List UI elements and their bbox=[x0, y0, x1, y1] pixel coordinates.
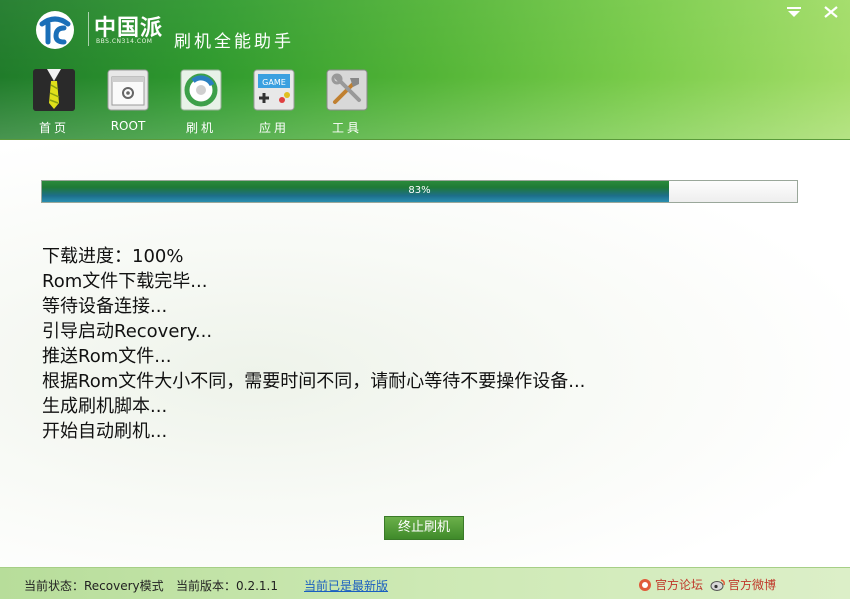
progress-text: 83% bbox=[408, 185, 431, 196]
tie-icon bbox=[33, 69, 75, 111]
weibo-icon bbox=[710, 579, 725, 591]
weibo-label: 官方微博 bbox=[728, 578, 777, 592]
update-status-link[interactable]: 当前已是最新版 bbox=[304, 577, 388, 594]
brand-subtitle: BBS.CN314.COM bbox=[96, 38, 153, 45]
nav-item-home[interactable]: 首页 bbox=[22, 66, 86, 136]
nav-label-tools: 工具 bbox=[331, 121, 362, 135]
download-progress-bar: 83% bbox=[41, 180, 798, 203]
nav-item-root[interactable]: ROOT bbox=[96, 66, 160, 136]
log-line: 下载进度：100% bbox=[42, 246, 184, 267]
status-version: 当前版本：0.2.1.1 bbox=[176, 579, 278, 593]
brand-divider bbox=[88, 12, 89, 46]
log-line: 根据Rom文件大小不同，需要时间不同，请耐心等待不要操作设备... bbox=[42, 371, 586, 392]
root-window-icon bbox=[107, 69, 149, 111]
status-bar: 当前状态：Recovery模式 当前版本：0.2.1.1 当前已是最新版 官方论… bbox=[0, 567, 850, 599]
nav-label-flash: 刷机 bbox=[185, 121, 216, 135]
nav-label-apps: 应用 bbox=[258, 121, 289, 135]
minimize-icon[interactable] bbox=[783, 4, 805, 20]
log-line: 引导启动Recovery... bbox=[42, 321, 213, 342]
official-weibo-link[interactable]: 官方微博 bbox=[710, 576, 776, 593]
log-line: 等待设备连接... bbox=[42, 296, 168, 317]
flash-refresh-icon bbox=[180, 69, 222, 111]
forum-icon bbox=[639, 579, 651, 591]
status-state: 当前状态：Recovery模式 bbox=[24, 579, 164, 593]
nav-label-home: 首页 bbox=[38, 121, 69, 135]
nav-label-root: ROOT bbox=[110, 119, 146, 133]
game-icon: GAME bbox=[253, 69, 295, 111]
log-line: 推送Rom文件... bbox=[42, 346, 172, 367]
log-line: 开始自动刷机... bbox=[42, 421, 168, 442]
close-icon[interactable] bbox=[820, 4, 842, 20]
nav-item-flash[interactable]: 刷机 bbox=[169, 66, 233, 136]
logo-icon bbox=[36, 11, 74, 49]
app-header: 中国派 BBS.CN314.COM 刷机全能助手 首页 ROOT 刷机 GAME… bbox=[0, 0, 850, 140]
svg-text:GAME: GAME bbox=[262, 78, 286, 87]
log-line: 生成刷机脚本... bbox=[42, 396, 168, 417]
flash-log: 下载进度：100% Rom文件下载完毕... 等待设备连接... 引导启动Rec… bbox=[42, 244, 682, 444]
app-title: 刷机全能助手 bbox=[174, 32, 294, 52]
nav-item-tools[interactable]: 工具 bbox=[315, 66, 379, 136]
tools-icon bbox=[326, 69, 368, 111]
main-nav: 首页 ROOT 刷机 GAME 应用 工具 bbox=[0, 66, 850, 138]
official-forum-link[interactable]: 官方论坛 bbox=[637, 576, 703, 593]
log-line: Rom文件下载完毕... bbox=[42, 271, 208, 292]
stop-flash-button[interactable]: 终止刷机 bbox=[384, 516, 464, 540]
forum-label: 官方论坛 bbox=[655, 578, 704, 592]
nav-item-apps[interactable]: GAME 应用 bbox=[242, 66, 306, 136]
